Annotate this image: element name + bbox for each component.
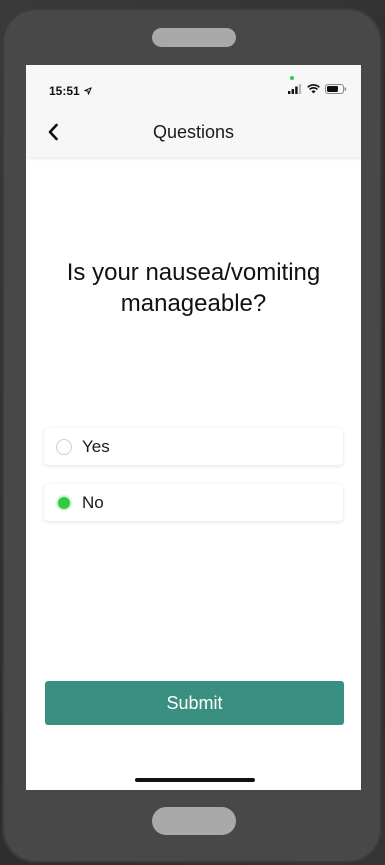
app-screen: 15:51 Questions Is your nausea/vomiting … — [26, 65, 361, 790]
home-indicator — [135, 778, 255, 782]
submit-button[interactable]: Submit — [45, 681, 344, 725]
option-no-label: No — [82, 492, 104, 512]
status-time-label: 15:51 — [49, 84, 80, 98]
page-title: Questions — [152, 122, 235, 142]
status-bar: 15:51 — [26, 65, 361, 109]
location-arrow-icon — [84, 87, 92, 95]
question-text: Is your nausea/vomiting manageable? — [66, 259, 321, 317]
phone-speaker — [152, 28, 236, 47]
nav-bar: Questions — [26, 109, 361, 157]
option-yes-label: Yes — [82, 436, 110, 456]
signal-icon — [288, 84, 302, 94]
battery-icon — [325, 84, 347, 94]
status-icons — [288, 84, 347, 94]
radio-no[interactable] — [56, 494, 72, 511]
wifi-icon — [307, 84, 320, 94]
radio-yes[interactable] — [56, 438, 72, 455]
option-no[interactable]: No — [44, 484, 343, 521]
option-yes[interactable]: Yes — [44, 428, 343, 465]
phone-frame: 15:51 Questions Is your nausea/vomiting … — [2, 8, 382, 863]
status-time: 15:51 — [49, 84, 92, 98]
privacy-indicator-dot — [290, 76, 294, 80]
background: 15:51 Questions Is your nausea/vomiting … — [0, 0, 385, 865]
phone-home-button[interactable] — [152, 807, 236, 835]
